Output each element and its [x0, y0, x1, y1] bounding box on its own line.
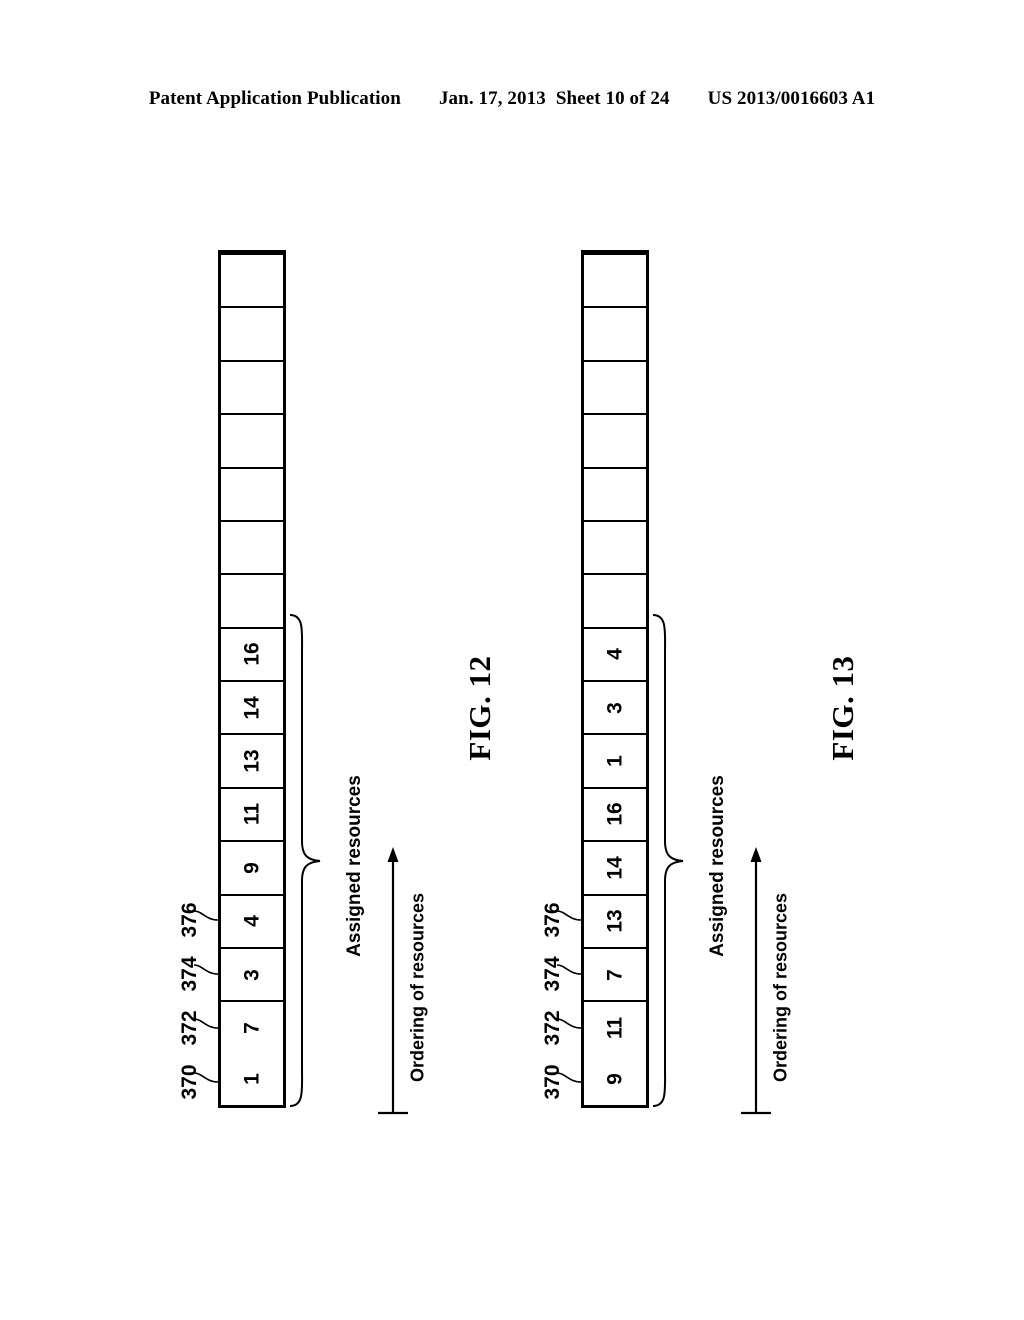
resource-cell[interactable]: 9 — [221, 840, 283, 894]
resource-cell[interactable]: 1 — [584, 733, 646, 787]
resource-cell[interactable]: 4 — [584, 626, 646, 680]
resource-cell[interactable]: 11 — [221, 786, 283, 841]
resource-cell[interactable]: 13 — [221, 733, 283, 787]
resource-cell[interactable] — [584, 466, 646, 520]
assigned-resources-brace — [286, 613, 324, 1108]
leader-line-376 — [193, 910, 219, 921]
resource-cell[interactable]: 7 — [221, 1000, 283, 1054]
resource-cell[interactable] — [584, 413, 646, 467]
resource-cell-label: 7 — [240, 1022, 264, 1034]
ordering-of-resources-arrow — [741, 847, 771, 1115]
resource-cell-label: 9 — [240, 861, 264, 874]
assigned-resources-label: Assigned resources — [344, 775, 365, 957]
resource-cell[interactable]: 13 — [584, 893, 646, 947]
leader-line-374 — [193, 964, 219, 975]
resource-cell[interactable]: 11 — [584, 1000, 646, 1054]
resource-column-fig12: 1 7 3 4 9 11 13 14 16 — [218, 250, 286, 1108]
leader-line-376 — [556, 910, 582, 921]
resource-cell[interactable]: 16 — [221, 626, 283, 680]
resource-cell-label: 9 — [603, 1073, 627, 1086]
figure-12: 1 7 3 4 9 11 13 14 16 370 372 374 376 As… — [150, 0, 550, 1320]
resource-cell-label: 14 — [240, 696, 264, 720]
resource-cell[interactable] — [584, 573, 646, 627]
assigned-resources-brace — [649, 613, 687, 1108]
figure-caption: FIG. 12 — [462, 655, 497, 761]
resource-cell[interactable] — [221, 573, 283, 627]
resource-cell[interactable] — [584, 519, 646, 574]
ordering-of-resources-label: Ordering of resources — [770, 892, 791, 1083]
resource-cell-label: 14 — [603, 856, 627, 880]
ordering-of-resources-arrow — [378, 847, 408, 1115]
resource-cell[interactable]: 16 — [584, 786, 646, 841]
leader-line-372 — [193, 1018, 219, 1029]
resource-cell-label: 4 — [603, 648, 627, 661]
resource-cell[interactable]: 3 — [221, 946, 283, 1001]
resource-cell-label: 1 — [603, 755, 627, 767]
resource-cell[interactable]: 4 — [221, 893, 283, 947]
resource-cell[interactable] — [221, 359, 283, 414]
resource-cell-label: 1 — [240, 1073, 264, 1086]
resource-cell-label: 13 — [603, 909, 627, 933]
resource-cell-label: 11 — [603, 1016, 627, 1040]
resource-cell[interactable]: 7 — [584, 946, 646, 1001]
resource-cell[interactable] — [584, 253, 646, 307]
assigned-resources-label: Assigned resources — [707, 775, 728, 957]
resource-cell-label: 4 — [240, 915, 264, 928]
resource-cell[interactable] — [221, 413, 283, 467]
ordering-of-resources-label: Ordering of resources — [407, 892, 428, 1083]
resource-cell[interactable]: 1 — [221, 1053, 283, 1105]
leader-line-370 — [556, 1072, 582, 1083]
resource-cell-label: 16 — [240, 642, 264, 666]
resource-cell[interactable] — [221, 306, 283, 360]
resource-cell[interactable]: 14 — [221, 680, 283, 734]
resource-cell-label: 7 — [603, 968, 627, 981]
resource-cell[interactable] — [221, 253, 283, 307]
resource-cell-label: 3 — [603, 701, 627, 714]
resource-cell[interactable]: 9 — [584, 1053, 646, 1105]
resource-cell-label: 13 — [240, 749, 264, 773]
figure-13: 9 11 7 13 14 16 1 3 4 370 372 374 376 As… — [513, 0, 913, 1320]
figure-caption: FIG. 13 — [825, 655, 860, 761]
resource-cell[interactable]: 14 — [584, 840, 646, 894]
resource-cell[interactable]: 3 — [584, 680, 646, 734]
resource-cell[interactable] — [221, 519, 283, 574]
resource-column-fig13: 9 11 7 13 14 16 1 3 4 — [581, 250, 649, 1108]
leader-line-372 — [556, 1018, 582, 1029]
resource-cell[interactable] — [584, 306, 646, 360]
leader-line-374 — [556, 964, 582, 975]
resource-cell-label: 3 — [240, 968, 264, 981]
resource-cell[interactable] — [584, 359, 646, 414]
resource-cell-label: 11 — [240, 803, 264, 826]
leader-line-370 — [193, 1072, 219, 1083]
resource-cell[interactable] — [221, 466, 283, 520]
resource-cell-label: 16 — [603, 802, 627, 827]
